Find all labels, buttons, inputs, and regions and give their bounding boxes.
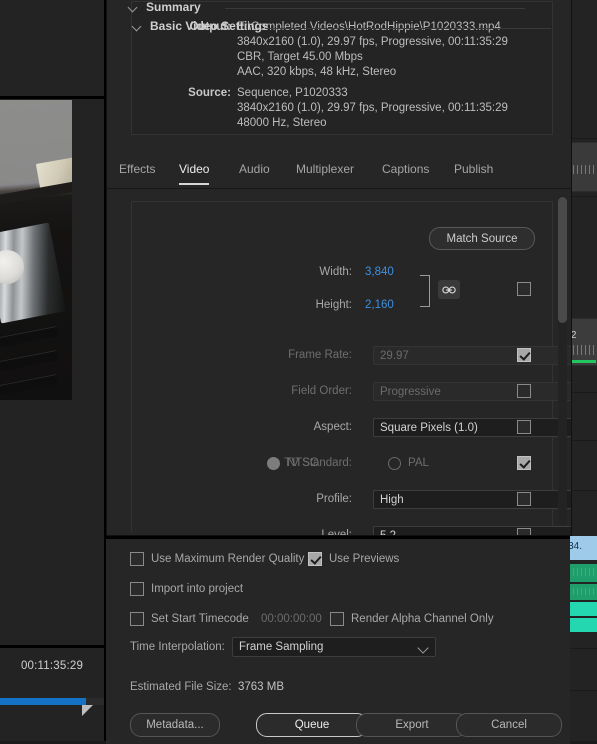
field-order-label: Field Order: xyxy=(291,385,352,397)
profile-enable-checkbox[interactable] xyxy=(517,492,531,506)
height-label: Height: xyxy=(315,299,352,311)
chevron-down-icon xyxy=(417,642,429,654)
program-monitor-video-frame xyxy=(0,100,72,400)
program-monitor-scrubber-track[interactable] xyxy=(0,698,104,705)
use-previews-checkbox[interactable] xyxy=(308,552,322,566)
summary-output-path: E:\Completed Videos\HotRodHippie\P102033… xyxy=(237,21,501,33)
export-dialog-footer: Use Maximum Render Quality Use Previews … xyxy=(106,536,570,744)
program-monitor-playhead-handle[interactable] xyxy=(82,705,93,716)
chevron-down-icon[interactable] xyxy=(133,22,142,31)
tv-standard-pal-label: PAL xyxy=(408,457,429,469)
level-label: Level: xyxy=(321,529,352,536)
use-max-render-quality-label: Use Maximum Render Quality xyxy=(151,553,305,565)
dimensions-enable-checkbox[interactable] xyxy=(517,282,531,296)
aspect-link-bracket xyxy=(420,275,430,307)
tab-publish[interactable]: Publish xyxy=(454,162,493,183)
tab-effects[interactable]: Effects xyxy=(119,162,155,183)
tab-video[interactable]: Video xyxy=(179,162,210,185)
settings-scrollbar-thumb[interactable] xyxy=(558,197,567,323)
basic-video-settings-header[interactable]: Basic Video Settings xyxy=(133,19,268,33)
summary-source-sequence: Sequence, P1020333 xyxy=(237,87,348,99)
panel-header-rule xyxy=(265,28,551,29)
tab-audio[interactable]: Audio xyxy=(239,162,270,183)
profile-value: High xyxy=(380,493,404,506)
tv-standard-pal-radio[interactable] xyxy=(388,457,401,470)
level-enable-checkbox[interactable] xyxy=(517,528,531,535)
aspect-value: Square Pixels (1.0) xyxy=(380,421,478,434)
program-monitor-scrubber-fill xyxy=(0,698,86,705)
estimated-file-size-value: 3763 MB xyxy=(238,681,285,693)
program-monitor-panel: 00:11:35:29 xyxy=(0,0,106,741)
frame-rate-label: Frame Rate: xyxy=(288,349,352,361)
export-button[interactable]: Export xyxy=(356,713,468,737)
time-interpolation-label: Time Interpolation: xyxy=(130,641,225,653)
program-monitor-timecode: 00:11:35:29 xyxy=(20,660,84,672)
basic-video-settings-panel xyxy=(131,201,553,532)
render-alpha-channel-only-checkbox[interactable] xyxy=(330,612,344,626)
frame-rate-select[interactable]: 29.97 xyxy=(373,346,571,365)
summary-source-audio: 48000 Hz, Stereo xyxy=(237,117,327,129)
video-frame-edge xyxy=(0,180,72,206)
time-interpolation-select[interactable]: Frame Sampling xyxy=(232,637,436,657)
settings-scrollbar-track[interactable] xyxy=(558,195,567,525)
export-settings-dialog: Summary Output: E:\Completed Videos\HotR… xyxy=(106,0,572,536)
metadata-button[interactable]: Metadata... xyxy=(130,713,220,737)
level-select[interactable]: 5.2 xyxy=(373,526,571,535)
summary-title: Summary xyxy=(146,0,201,14)
aspect-select[interactable]: Square Pixels (1.0) xyxy=(373,418,571,437)
summary-header-rule xyxy=(225,8,525,9)
tv-standard-enable-checkbox[interactable] xyxy=(517,456,531,470)
estimated-file-size-label: Estimated File Size: xyxy=(130,681,232,693)
field-order-value: Progressive xyxy=(380,385,441,398)
tv-standard-ntsc-radio[interactable] xyxy=(267,457,280,470)
video-frame-slat xyxy=(0,349,59,373)
chevron-down-icon[interactable] xyxy=(129,3,138,12)
set-start-timecode-label: Set Start Timecode xyxy=(151,613,249,625)
settings-tab-bar: Effects Video Audio Multiplexer Captions… xyxy=(107,156,571,189)
import-into-project-checkbox[interactable] xyxy=(130,582,144,596)
profile-label: Profile: xyxy=(316,493,352,505)
profile-select[interactable]: High xyxy=(373,490,571,509)
use-max-render-quality-checkbox[interactable] xyxy=(130,552,144,566)
tv-standard-ntsc-label: NTSC xyxy=(287,457,319,469)
frame-rate-value: 29.97 xyxy=(380,349,409,362)
cancel-button[interactable]: Cancel xyxy=(456,713,562,737)
match-source-button[interactable]: Match Source xyxy=(429,227,535,250)
render-alpha-channel-only-label: Render Alpha Channel Only xyxy=(351,613,494,625)
width-value[interactable]: 3,840 xyxy=(365,266,394,278)
start-timecode-value[interactable]: 00:00:00:00 xyxy=(261,613,322,625)
field-order-select[interactable]: Progressive xyxy=(373,382,571,401)
time-interpolation-value: Frame Sampling xyxy=(239,641,324,653)
frame-rate-enable-checkbox[interactable] xyxy=(517,348,531,362)
panel-divider-bottom xyxy=(0,645,104,648)
field-order-enable-checkbox[interactable] xyxy=(517,384,531,398)
summary-section-header[interactable]: Summary xyxy=(129,0,201,14)
panel-divider-top xyxy=(0,96,104,99)
summary-output-bitrate: CBR, Target 45.00 Mbps xyxy=(237,51,363,63)
summary-source-label: Source: xyxy=(188,87,231,99)
import-into-project-label: Import into project xyxy=(151,583,244,595)
tab-captions[interactable]: Captions xyxy=(382,162,429,183)
video-frame-slat xyxy=(0,373,59,397)
tab-multiplexer[interactable]: Multiplexer xyxy=(296,162,354,183)
summary-source-video: 3840x2160 (1.0), 29.97 fps, Progressive,… xyxy=(237,102,508,114)
summary-output-video: 3840x2160 (1.0), 29.97 fps, Progressive,… xyxy=(237,36,508,48)
video-frame-slat xyxy=(0,325,59,349)
width-label: Width: xyxy=(319,266,352,278)
summary-output-audio: AAC, 320 kbps, 48 kHz, Stereo xyxy=(237,66,397,78)
chain-link-icon[interactable] xyxy=(438,280,460,299)
aspect-enable-checkbox[interactable] xyxy=(517,420,531,434)
queue-button[interactable]: Queue xyxy=(256,713,368,737)
use-previews-label: Use Previews xyxy=(329,553,400,565)
basic-video-settings-title: Basic Video Settings xyxy=(150,19,269,33)
set-start-timecode-checkbox[interactable] xyxy=(130,612,144,626)
height-value[interactable]: 2,160 xyxy=(365,299,394,311)
aspect-label: Aspect: xyxy=(313,421,352,433)
